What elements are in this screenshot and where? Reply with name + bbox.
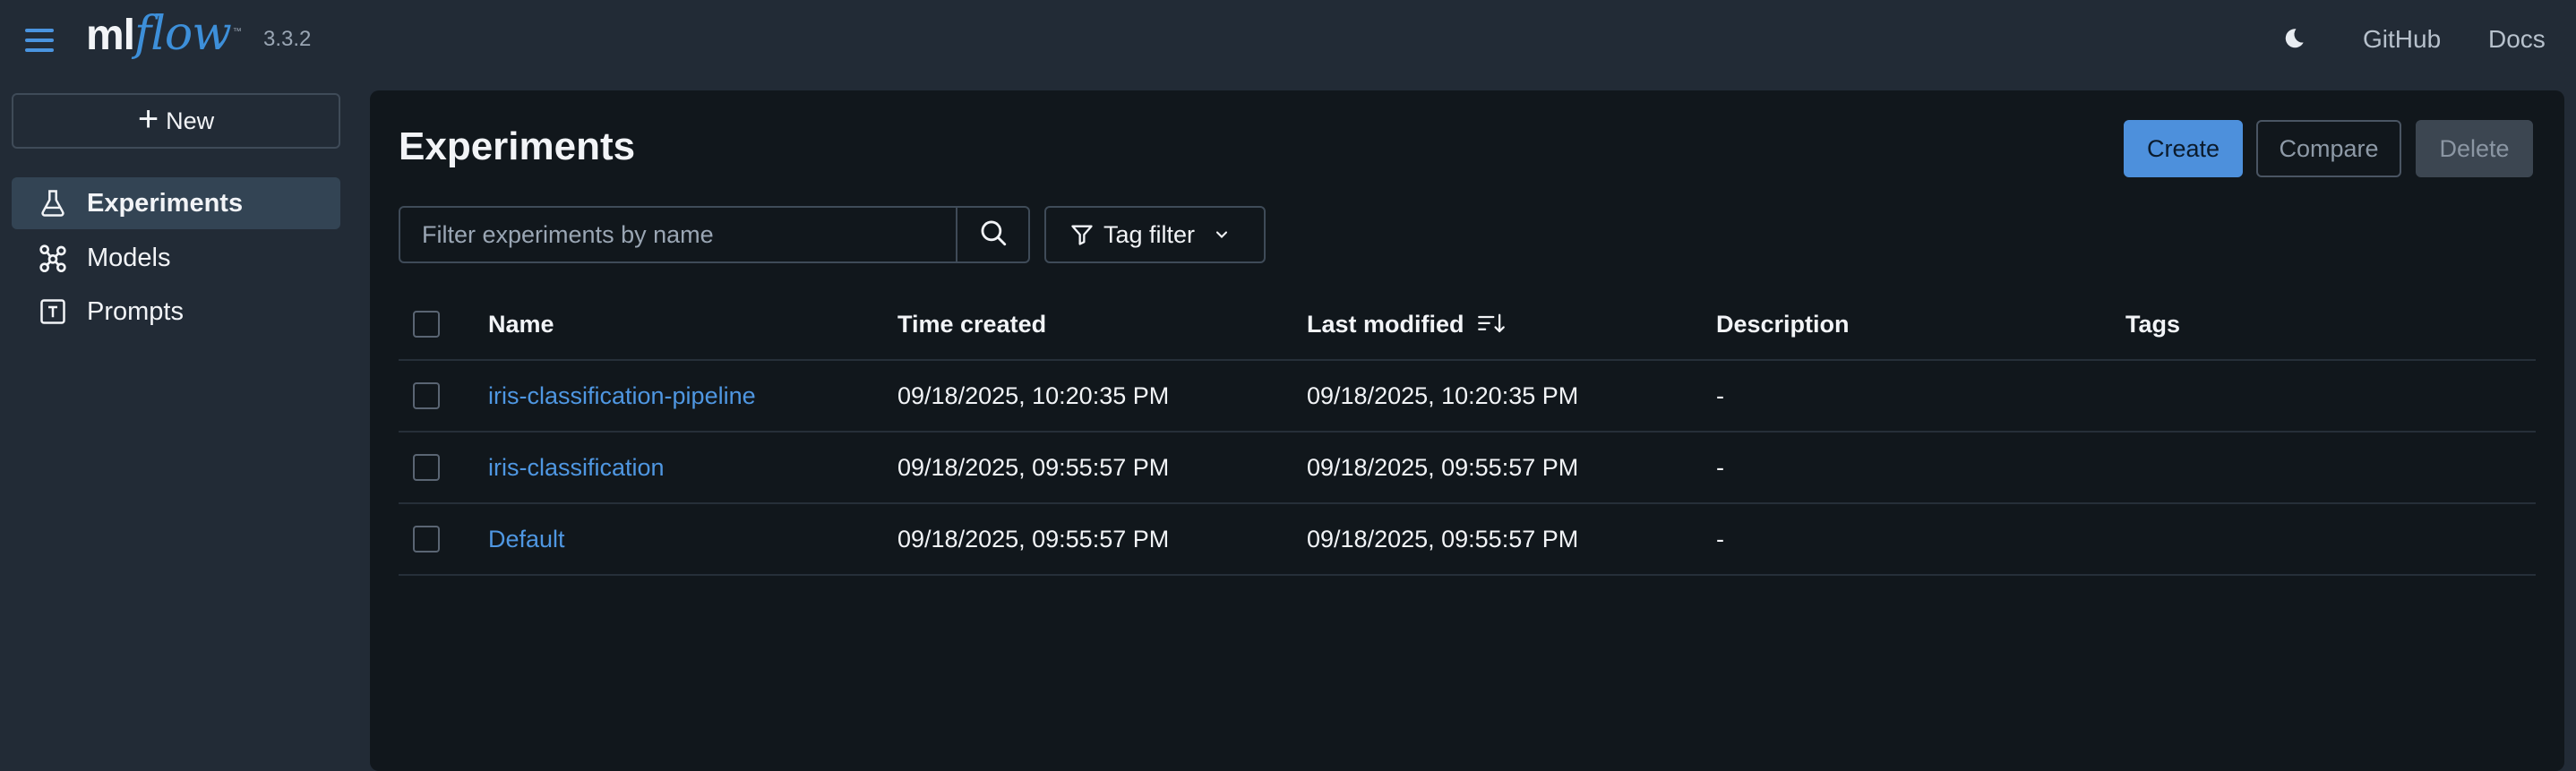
experiment-name-link[interactable]: iris-classification (488, 433, 665, 502)
moon-icon[interactable] (2280, 27, 2306, 52)
time-created-cell: 09/18/2025, 09:55:57 PM (897, 525, 1170, 553)
top-bar: ml flow ™ 3.3.2 GitHub Docs (0, 0, 2576, 82)
page-title: Experiments (399, 124, 636, 168)
sidebar-item-label: Experiments (87, 188, 244, 218)
filter-icon (1069, 222, 1095, 247)
table-row: iris-classification-pipeline 09/18/2025,… (399, 361, 2536, 433)
column-header-description: Description (1716, 310, 1850, 338)
new-button-label: New (166, 107, 215, 134)
main-panel: Experiments Create Compare Delete Tag fi… (370, 90, 2564, 771)
last-modified-cell: 09/18/2025, 09:55:57 PM (1307, 525, 1579, 553)
sidebar-item-experiments[interactable]: Experiments (12, 177, 340, 229)
logo-ml-text: ml (86, 12, 135, 59)
create-button[interactable]: Create (2124, 120, 2243, 177)
experiment-name-link[interactable]: Default (488, 504, 565, 574)
menu-icon[interactable] (25, 29, 54, 52)
search-input[interactable] (400, 208, 956, 261)
tag-filter-button[interactable]: Tag filter (1044, 206, 1266, 263)
column-header-last-modified[interactable]: Last modified (1307, 289, 1506, 359)
description-cell: - (1716, 453, 1724, 481)
compare-button[interactable]: Compare (2256, 120, 2401, 177)
chevron-down-icon (1213, 226, 1231, 244)
column-header-tags: Tags (2125, 310, 2181, 338)
time-created-cell: 09/18/2025, 09:55:57 PM (897, 453, 1170, 481)
row-checkbox[interactable] (413, 382, 440, 409)
search-field (399, 206, 957, 263)
column-header-label: Last modified (1307, 310, 1464, 338)
delete-button[interactable]: Delete (2416, 120, 2533, 177)
flask-icon (37, 187, 69, 219)
description-cell: - (1716, 525, 1724, 553)
logo-trademark: ™ (232, 27, 242, 37)
time-created-cell: 09/18/2025, 10:20:35 PM (897, 381, 1170, 409)
row-checkbox[interactable] (413, 526, 440, 553)
github-link[interactable]: GitHub (2363, 25, 2441, 54)
experiment-name-link[interactable]: iris-classification-pipeline (488, 361, 756, 431)
sidebar-item-models[interactable]: Models (12, 232, 340, 284)
sidebar-item-label: Models (87, 243, 171, 272)
column-header-time-created[interactable]: Time created (897, 289, 1046, 359)
prompt-icon (37, 296, 69, 328)
search-button[interactable] (956, 206, 1030, 263)
sort-descending-icon[interactable] (1477, 312, 1506, 337)
table-row: Default 09/18/2025, 09:55:57 PM 09/18/20… (399, 504, 2536, 576)
mlflow-logo[interactable]: ml flow ™ (86, 7, 242, 72)
row-checkbox[interactable] (413, 454, 440, 481)
logo-flow-text: flow (134, 7, 232, 61)
tag-filter-label: Tag filter (1103, 220, 1196, 248)
sidebar-item-label: Prompts (87, 296, 184, 326)
plus-icon: + (137, 99, 159, 139)
search-icon (978, 218, 1009, 253)
models-icon (37, 242, 69, 274)
table-header-row: Name Time created Last modified Descript… (399, 289, 2536, 361)
sidebar-item-prompts[interactable]: Prompts (12, 286, 340, 338)
docs-link[interactable]: Docs (2488, 25, 2546, 54)
table-row: iris-classification 09/18/2025, 09:55:57… (399, 433, 2536, 504)
sidebar: + New Experiments Models Prompts (0, 82, 358, 758)
description-cell: - (1716, 381, 1724, 409)
last-modified-cell: 09/18/2025, 10:20:35 PM (1307, 381, 1579, 409)
column-header-name[interactable]: Name (488, 289, 554, 359)
last-modified-cell: 09/18/2025, 09:55:57 PM (1307, 453, 1579, 481)
new-button[interactable]: + New (12, 93, 340, 149)
version-label: 3.3.2 (263, 27, 312, 51)
select-all-checkbox[interactable] (413, 311, 440, 338)
experiments-table: Name Time created Last modified Descript… (399, 289, 2536, 576)
